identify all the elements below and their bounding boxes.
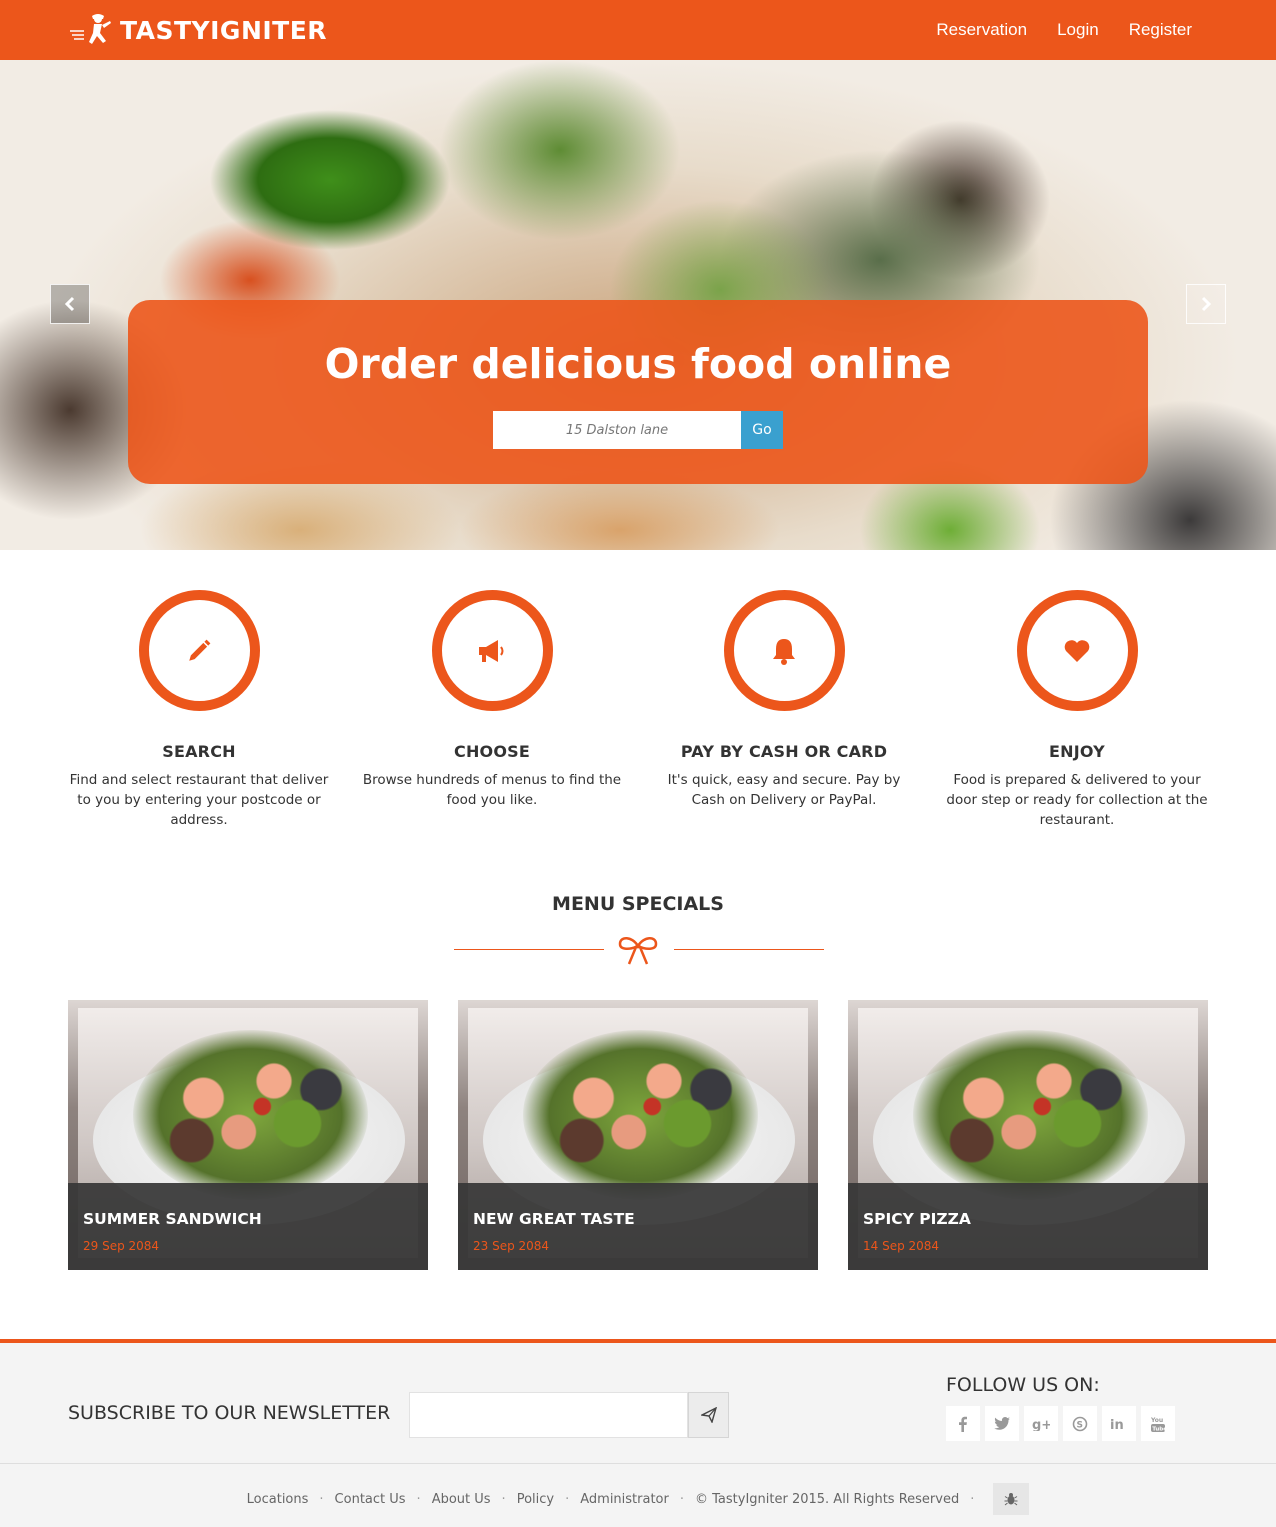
hero-search-panel: Order delicious food online Go: [128, 300, 1148, 484]
footer-links: Locations · Contact Us · About Us · Poli…: [0, 1483, 1276, 1515]
twitter-icon: [994, 1416, 1010, 1430]
footer-link-contact[interactable]: Contact Us: [335, 1492, 406, 1507]
footer-link-about[interactable]: About Us: [432, 1492, 491, 1507]
svg-text:Tube: Tube: [1152, 1426, 1166, 1432]
bell-icon: [773, 638, 795, 665]
menu-special-card[interactable]: SUMMER SANDWICH 29 Sep 2084: [68, 1000, 428, 1270]
step-pay: PAY BY CASH OR CARD It's quick, easy and…: [649, 590, 919, 810]
nav-register[interactable]: Register: [1129, 20, 1192, 40]
footer-separator: [0, 1463, 1276, 1464]
location-search-input[interactable]: [493, 411, 741, 449]
step-title: SEARCH: [162, 742, 236, 761]
pencil-icon: [189, 639, 211, 661]
linkedin-icon: in: [1110, 1418, 1124, 1431]
social-youtube[interactable]: You Tube: [1141, 1406, 1175, 1441]
step-title: PAY BY CASH OR CARD: [680, 742, 888, 761]
chef-logo-icon: [70, 14, 111, 44]
menu-specials-heading: MENU SPECIALS: [552, 893, 724, 915]
footer-link-policy[interactable]: Policy: [517, 1492, 554, 1507]
step-text: Browse hundreds of menus to find the foo…: [362, 772, 622, 808]
menu-special-caption: SPICY PIZZA 14 Sep 2084: [848, 1183, 1208, 1270]
svg-text:You: You: [1150, 1417, 1163, 1424]
facebook-icon: [959, 1416, 967, 1432]
svg-text:S: S: [1077, 1420, 1083, 1430]
megaphone-icon: [479, 639, 504, 662]
social-linkedin[interactable]: in: [1102, 1406, 1136, 1441]
menu-special-title: SPICY PIZZA: [863, 1210, 971, 1228]
step-title: ENJOY: [1049, 742, 1105, 761]
slider-prev-button[interactable]: [50, 284, 90, 324]
menu-special-card[interactable]: SPICY PIZZA 14 Sep 2084: [848, 1000, 1208, 1270]
social-twitter[interactable]: [985, 1406, 1019, 1441]
menu-special-date: 29 Sep 2084: [83, 1239, 160, 1253]
step-icon-circle: [431, 590, 553, 711]
social-facebook[interactable]: [946, 1406, 980, 1441]
footer-link-administrator[interactable]: Administrator: [580, 1492, 669, 1507]
chevron-left-icon: [64, 296, 75, 312]
logo[interactable]: TASTYIGNITER: [68, 12, 327, 48]
paper-plane-icon: [700, 1407, 717, 1423]
nav-login[interactable]: Login: [1057, 20, 1099, 40]
heart-icon: [1064, 639, 1090, 662]
report-bug-button[interactable]: [993, 1483, 1030, 1515]
menu-special-caption: NEW GREAT TASTE 23 Sep 2084: [458, 1183, 818, 1270]
chevron-right-icon: [1201, 296, 1212, 312]
menu-special-title: NEW GREAT TASTE: [473, 1210, 635, 1228]
step-text: Find and select restaurant that deliver …: [69, 772, 329, 828]
menu-special-card[interactable]: NEW GREAT TASTE 23 Sep 2084: [458, 1000, 818, 1270]
step-title: CHOOSE: [454, 742, 530, 761]
nav-reservation[interactable]: Reservation: [936, 20, 1027, 40]
bug-icon: [1004, 1493, 1018, 1506]
step-icon-circle: [723, 590, 845, 711]
menu-special-title: SUMMER SANDWICH: [83, 1210, 262, 1228]
menu-special-caption: SUMMER SANDWICH 29 Sep 2084: [68, 1183, 428, 1270]
step-icon-circle: [1016, 590, 1138, 711]
heading-divider-right: [674, 949, 824, 950]
svg-text:in: in: [1110, 1418, 1124, 1431]
copyright-text: © TastyIgniter 2015. All Rights Reserved: [695, 1491, 960, 1507]
follow-us-label: FOLLOW US ON:: [946, 1374, 1100, 1396]
newsletter-label: SUBSCRIBE TO OUR NEWSLETTER: [68, 1402, 391, 1424]
social-google-plus[interactable]: g+: [1024, 1406, 1058, 1441]
menu-special-date: 14 Sep 2084: [863, 1239, 940, 1253]
social-skype[interactable]: S: [1063, 1406, 1097, 1441]
newsletter-submit-button[interactable]: [688, 1392, 729, 1438]
youtube-icon: You Tube: [1150, 1417, 1166, 1433]
step-search: SEARCH Find and select restaurant that d…: [64, 590, 334, 830]
ribbon-bow-icon: [618, 937, 658, 965]
hero-title: Order delicious food online: [324, 340, 952, 388]
step-icon-circle: [138, 590, 260, 711]
site-header: TASTYIGNITER Reservation Login Register: [0, 0, 1276, 60]
menu-special-date: 23 Sep 2084: [473, 1239, 550, 1253]
newsletter-email-input[interactable]: [409, 1392, 688, 1438]
step-enjoy: ENJOY Food is prepared & delivered to yo…: [942, 590, 1212, 830]
skype-icon: S: [1072, 1416, 1088, 1431]
heading-divider-left: [454, 949, 604, 950]
google-plus-icon: g+: [1032, 1418, 1050, 1431]
search-go-button[interactable]: Go: [741, 411, 783, 449]
footer-link-locations[interactable]: Locations: [247, 1492, 309, 1507]
brand-name: TASTYIGNITER: [120, 15, 328, 45]
step-choose: CHOOSE Browse hundreds of menus to find …: [357, 590, 627, 810]
location-search: Go: [493, 411, 783, 449]
slider-next-button[interactable]: [1186, 284, 1226, 324]
hero-slider: Order delicious food online Go: [0, 60, 1276, 550]
step-text: Food is prepared & delivered to your doo…: [946, 772, 1208, 828]
main-nav: Reservation Login Register: [906, 0, 1192, 60]
svg-text:g+: g+: [1032, 1418, 1050, 1431]
step-text: It's quick, easy and secure. Pay by Cash…: [667, 772, 901, 808]
